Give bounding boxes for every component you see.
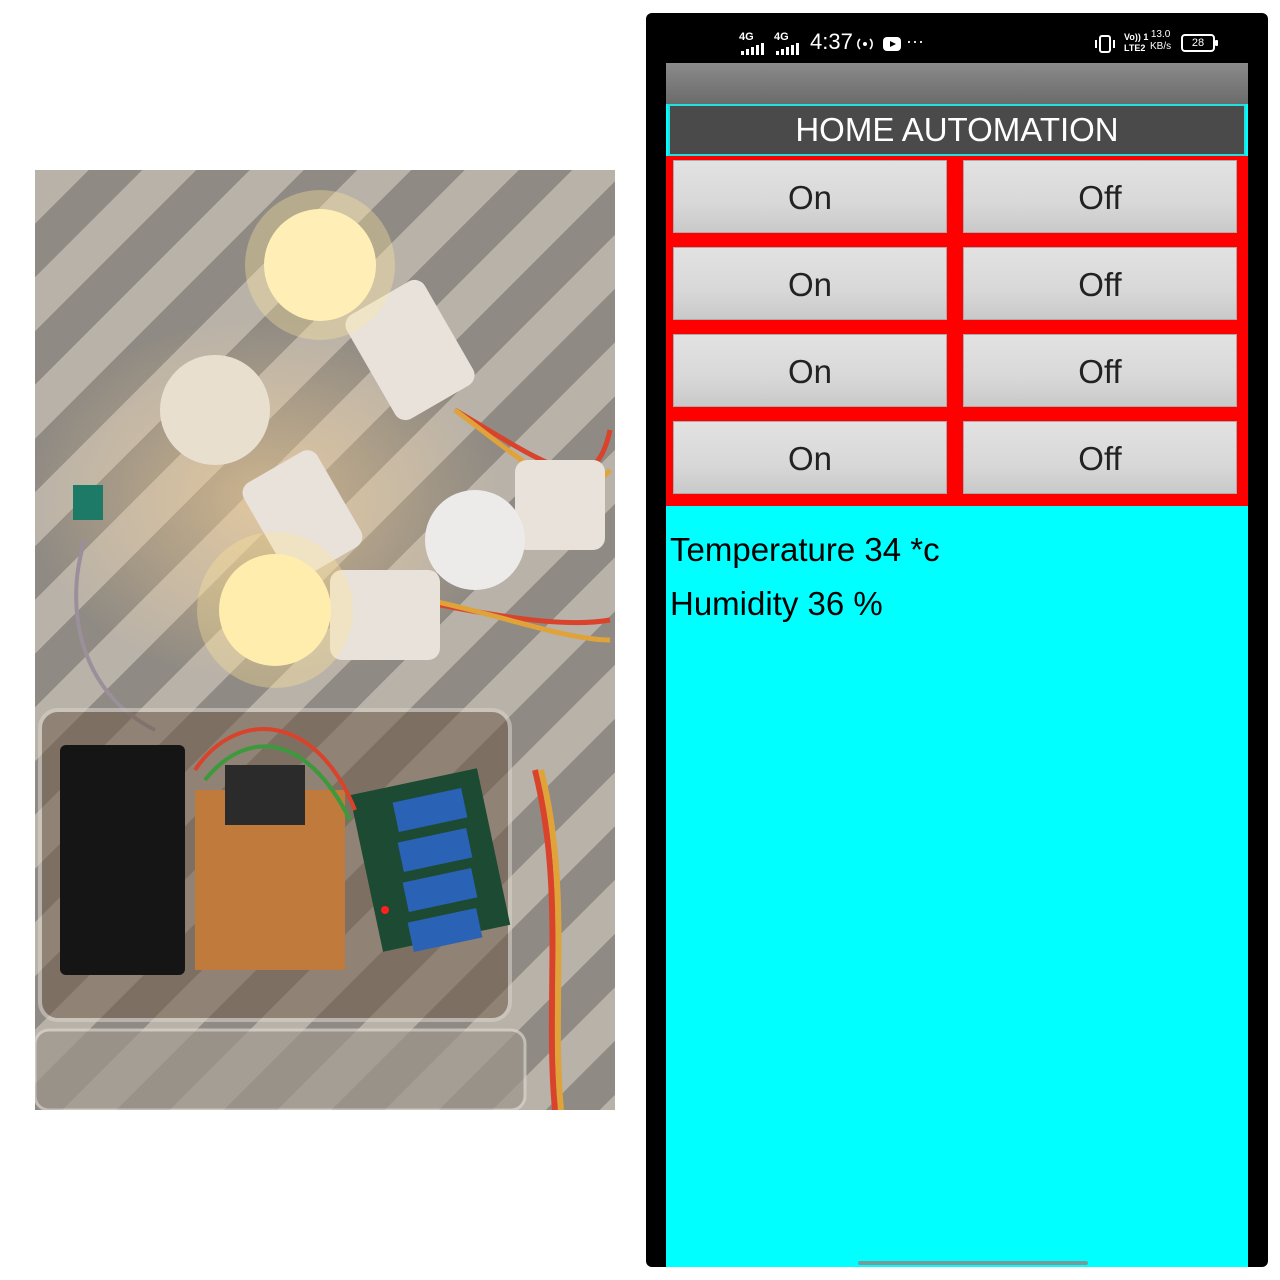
network-indicator-2: 4G [774,31,789,43]
switch-2-off-button[interactable]: Off [963,247,1237,320]
clock: 4:37 [810,29,853,54]
home-indicator[interactable] [858,1261,1088,1265]
hardware-setup-illustration [35,190,613,1110]
network-speed-value: 13.0 [1150,29,1171,40]
home-automation-app: HOME AUTOMATION On Off On Off On Off On … [666,63,1248,1267]
switch-2-on-button[interactable]: On [673,247,947,320]
app-title-bar [666,63,1248,104]
vibrate-icon [1095,35,1115,53]
switch-1-on-button[interactable]: On [673,160,947,233]
humidity-reading: Humidity 36 % [670,585,883,622]
network-speed: 13.0 KB/s [1150,29,1171,53]
network-speed-unit: KB/s [1150,41,1172,52]
switch-1-off-button[interactable]: Off [963,160,1237,233]
switch-3-off-button[interactable]: Off [963,334,1237,407]
switch-4-off-button[interactable]: Off [963,421,1237,494]
app-header-title: HOME AUTOMATION [668,104,1246,156]
youtube-icon [883,37,901,51]
hotspot-icon [857,38,873,50]
signal-icon [741,43,764,55]
more-notifications-icon: ··· [906,31,924,51]
switch-4-on-button[interactable]: On [673,421,947,494]
switch-3-on-button[interactable]: On [673,334,947,407]
volte-indicator: Vo)) 1 [1124,32,1149,42]
lte-indicator: LTE2 [1124,43,1146,53]
switch-button-grid: On Off On Off On Off On Off [666,156,1248,506]
hardware-setup-photo [35,170,615,1110]
phone-screen: 4G 4G 4:37 ··· Vo)) 1 LTE2 13.0 KB/s 28 … [646,13,1268,1267]
temperature-reading: Temperature 34 *c [670,531,940,568]
battery-icon: 28 [1181,34,1218,52]
sensor-readings: Temperature 34 *c Humidity 36 % [670,523,940,631]
signal-icon [776,43,799,55]
network-indicator-1: 4G [739,31,754,43]
